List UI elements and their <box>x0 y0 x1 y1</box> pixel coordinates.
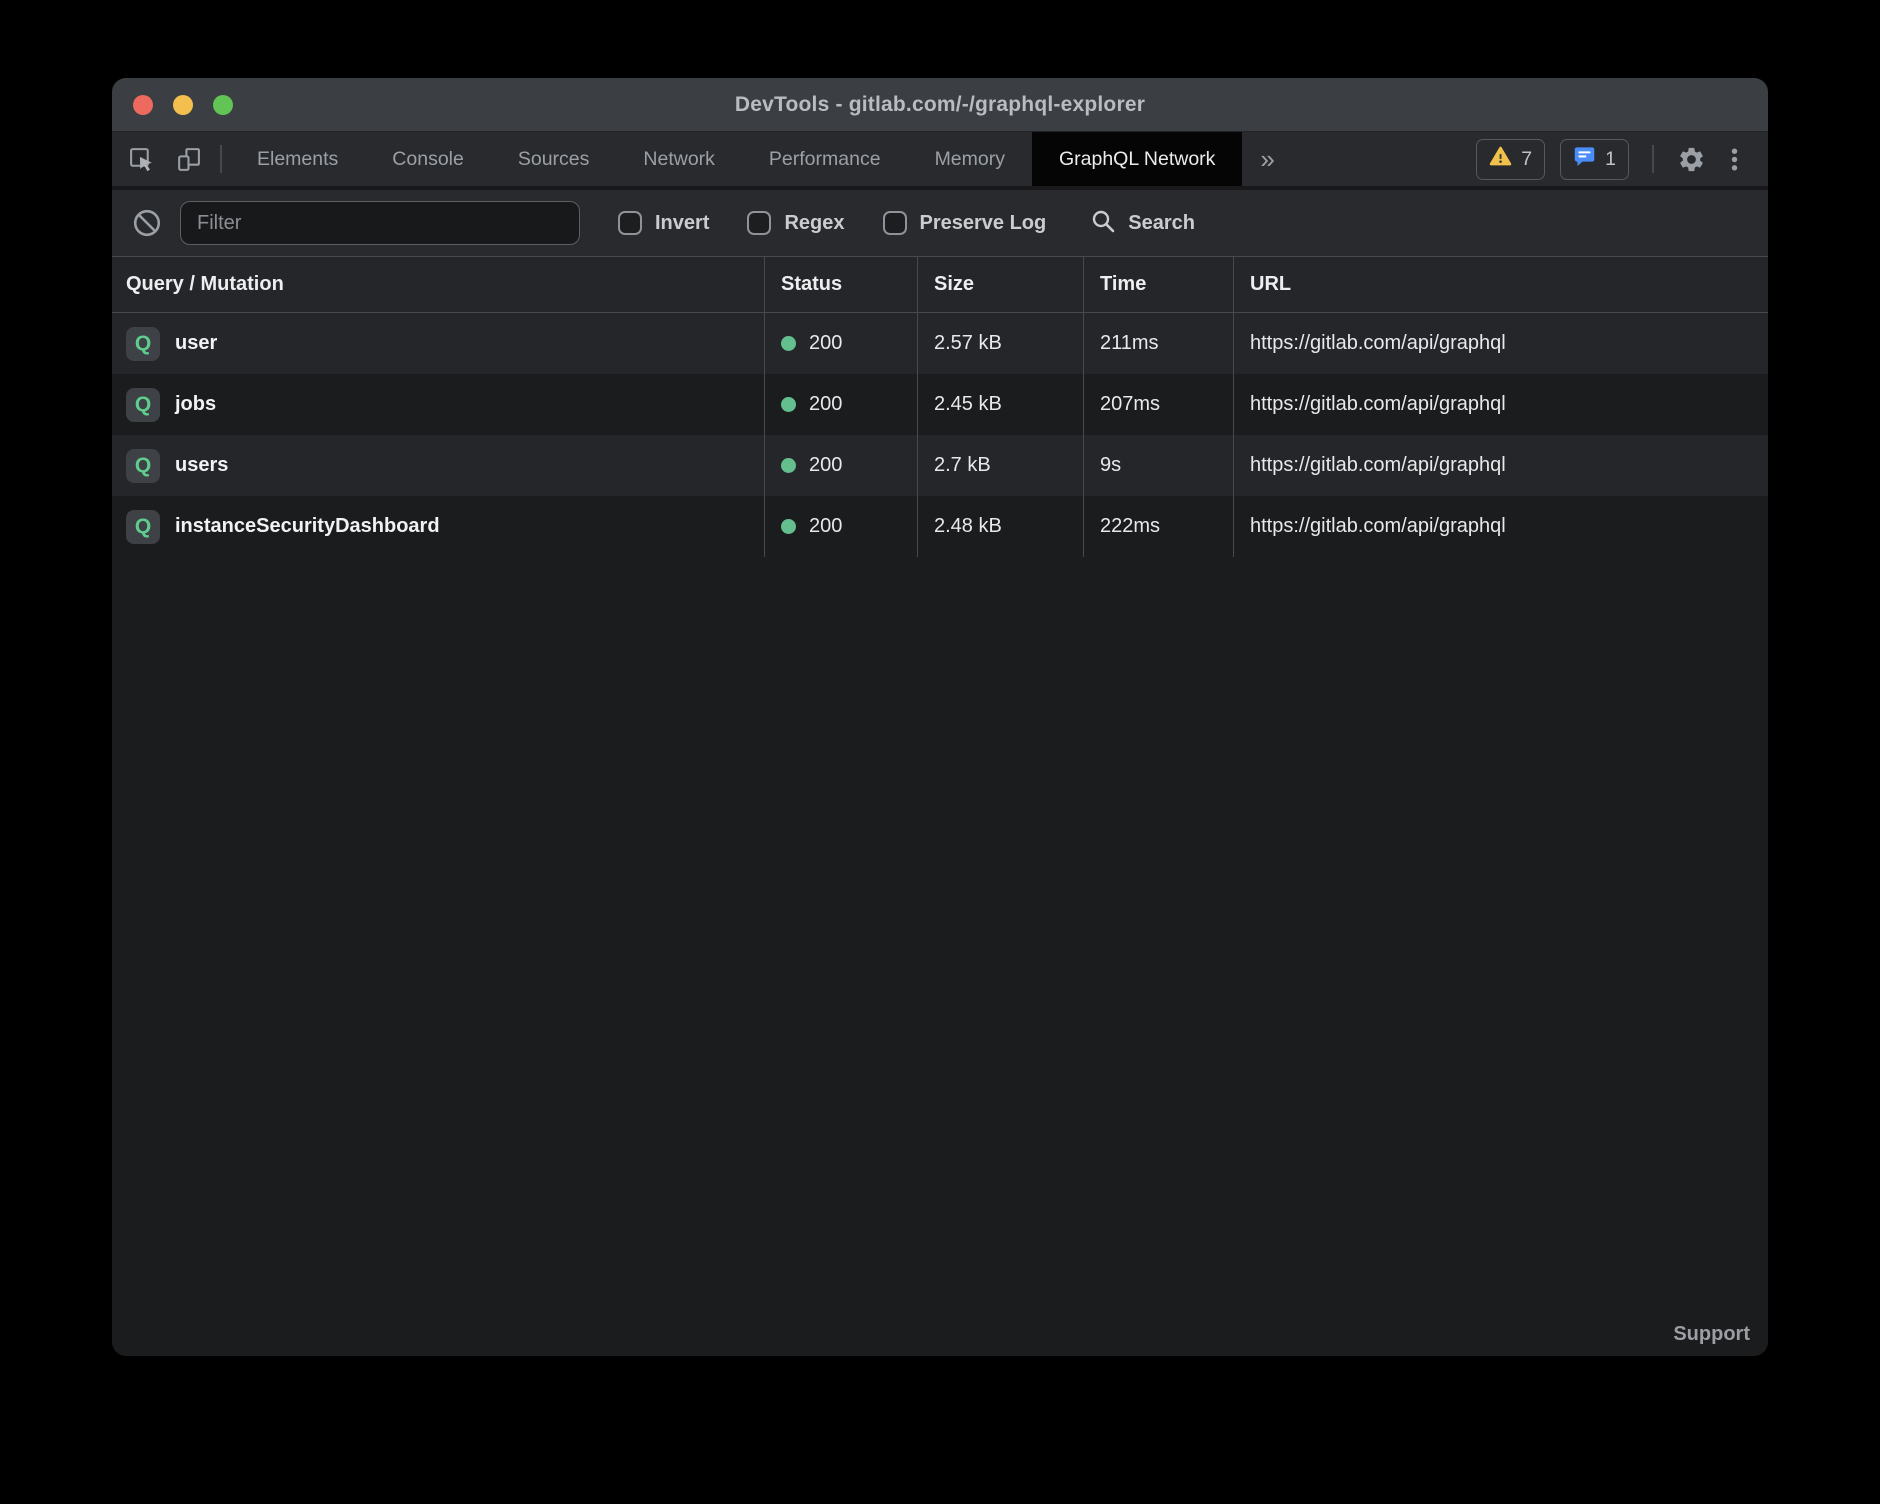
url-cell: https://gitlab.com/api/graphql <box>1233 374 1768 435</box>
regex-checkbox-group[interactable]: Regex <box>747 211 844 235</box>
status-cell: 200 <box>764 435 917 496</box>
tab-sources[interactable]: Sources <box>491 132 617 186</box>
status-code: 200 <box>809 515 842 538</box>
status-cell: 200 <box>764 374 917 435</box>
time-cell: 9s <box>1083 435 1233 496</box>
regex-checkbox[interactable] <box>747 211 771 235</box>
inspect-element-icon[interactable] <box>128 146 155 173</box>
query-type-badge: Q <box>126 510 160 544</box>
column-header-status[interactable]: Status <box>764 257 917 312</box>
tab-graphql-network[interactable]: GraphQL Network <box>1032 132 1242 186</box>
url-cell: https://gitlab.com/api/graphql <box>1233 435 1768 496</box>
invert-checkbox-group[interactable]: Invert <box>618 211 709 235</box>
table-row[interactable]: Q user 200 2.57 kB 211ms https://gitlab.… <box>112 313 1768 374</box>
table-row[interactable]: Q instanceSecurityDashboard 200 2.48 kB … <box>112 496 1768 557</box>
size-cell: 2.45 kB <box>917 374 1083 435</box>
devtools-window: DevTools - gitlab.com/-/graphql-explorer… <box>112 78 1768 1356</box>
url-cell: https://gitlab.com/api/graphql <box>1233 313 1768 374</box>
table-row[interactable]: Q jobs 200 2.45 kB 207ms https://gitlab.… <box>112 374 1768 435</box>
preserve-log-checkbox[interactable] <box>883 211 907 235</box>
search-label: Search <box>1128 212 1195 235</box>
column-header-time[interactable]: Time <box>1083 257 1233 312</box>
issues-badge[interactable]: 1 <box>1560 139 1629 180</box>
query-name: users <box>175 454 228 477</box>
preserve-log-checkbox-group[interactable]: Preserve Log <box>883 211 1047 235</box>
column-header-query[interactable]: Query / Mutation <box>112 257 764 312</box>
search-button[interactable]: Search <box>1090 208 1195 239</box>
status-cell: 200 <box>764 496 917 557</box>
tab-memory[interactable]: Memory <box>908 132 1032 186</box>
more-tabs-chevron[interactable]: » <box>1242 132 1292 186</box>
size-cell: 2.48 kB <box>917 496 1083 557</box>
time-cell: 211ms <box>1083 313 1233 374</box>
message-bubble-icon <box>1573 145 1596 174</box>
table-row[interactable]: Q users 200 2.7 kB 9s https://gitlab.com… <box>112 435 1768 496</box>
minimize-window-button[interactable] <box>173 95 193 115</box>
tab-network[interactable]: Network <box>616 132 742 186</box>
traffic-lights <box>133 95 233 115</box>
query-name: instanceSecurityDashboard <box>175 515 440 538</box>
time-cell: 207ms <box>1083 374 1233 435</box>
column-header-size[interactable]: Size <box>917 257 1083 312</box>
status-ok-dot <box>781 336 796 351</box>
close-window-button[interactable] <box>133 95 153 115</box>
table-header: Query / Mutation Status Size Time URL <box>112 256 1768 313</box>
filter-input[interactable] <box>180 201 580 245</box>
invert-label: Invert <box>655 212 709 235</box>
window-title: DevTools - gitlab.com/-/graphql-explorer <box>735 93 1145 117</box>
query-type-badge: Q <box>126 388 160 422</box>
time-cell: 222ms <box>1083 496 1233 557</box>
query-cell: Q users <box>112 435 764 496</box>
query-type-badge: Q <box>126 449 160 483</box>
device-toolbar-icon[interactable] <box>175 146 202 173</box>
regex-label: Regex <box>784 212 844 235</box>
settings-gear-icon[interactable] <box>1677 145 1706 174</box>
toolbar-separator <box>1652 145 1654 173</box>
issues-count: 1 <box>1605 148 1616 171</box>
query-cell: Q instanceSecurityDashboard <box>112 496 764 557</box>
warnings-count: 7 <box>1521 148 1532 171</box>
titlebar: DevTools - gitlab.com/-/graphql-explorer <box>112 78 1768 132</box>
status-code: 200 <box>809 393 842 416</box>
invert-checkbox[interactable] <box>618 211 642 235</box>
url-cell: https://gitlab.com/api/graphql <box>1233 496 1768 557</box>
search-icon <box>1090 208 1116 239</box>
status-code: 200 <box>809 332 842 355</box>
support-link[interactable]: Support <box>1673 1323 1750 1346</box>
filter-bar: Invert Regex Preserve Log Search <box>112 190 1768 256</box>
maximize-window-button[interactable] <box>213 95 233 115</box>
column-header-url[interactable]: URL <box>1233 257 1768 312</box>
devtools-tab-bar: Elements Console Sources Network Perform… <box>112 132 1768 186</box>
status-code: 200 <box>809 454 842 477</box>
status-cell: 200 <box>764 313 917 374</box>
kebab-menu-icon[interactable] <box>1721 146 1748 173</box>
tab-console[interactable]: Console <box>365 132 491 186</box>
size-cell: 2.7 kB <box>917 435 1083 496</box>
clear-block-icon[interactable] <box>132 208 162 238</box>
query-name: user <box>175 332 217 355</box>
status-ok-dot <box>781 397 796 412</box>
query-type-badge: Q <box>126 327 160 361</box>
warning-icon <box>1489 145 1512 174</box>
status-ok-dot <box>781 519 796 534</box>
preserve-log-label: Preserve Log <box>920 212 1047 235</box>
query-cell: Q jobs <box>112 374 764 435</box>
toolbar-separator <box>220 145 222 173</box>
query-cell: Q user <box>112 313 764 374</box>
status-ok-dot <box>781 458 796 473</box>
query-name: jobs <box>175 393 216 416</box>
warnings-badge[interactable]: 7 <box>1476 139 1545 180</box>
tab-performance[interactable]: Performance <box>742 132 908 186</box>
tab-elements[interactable]: Elements <box>230 132 365 186</box>
size-cell: 2.57 kB <box>917 313 1083 374</box>
